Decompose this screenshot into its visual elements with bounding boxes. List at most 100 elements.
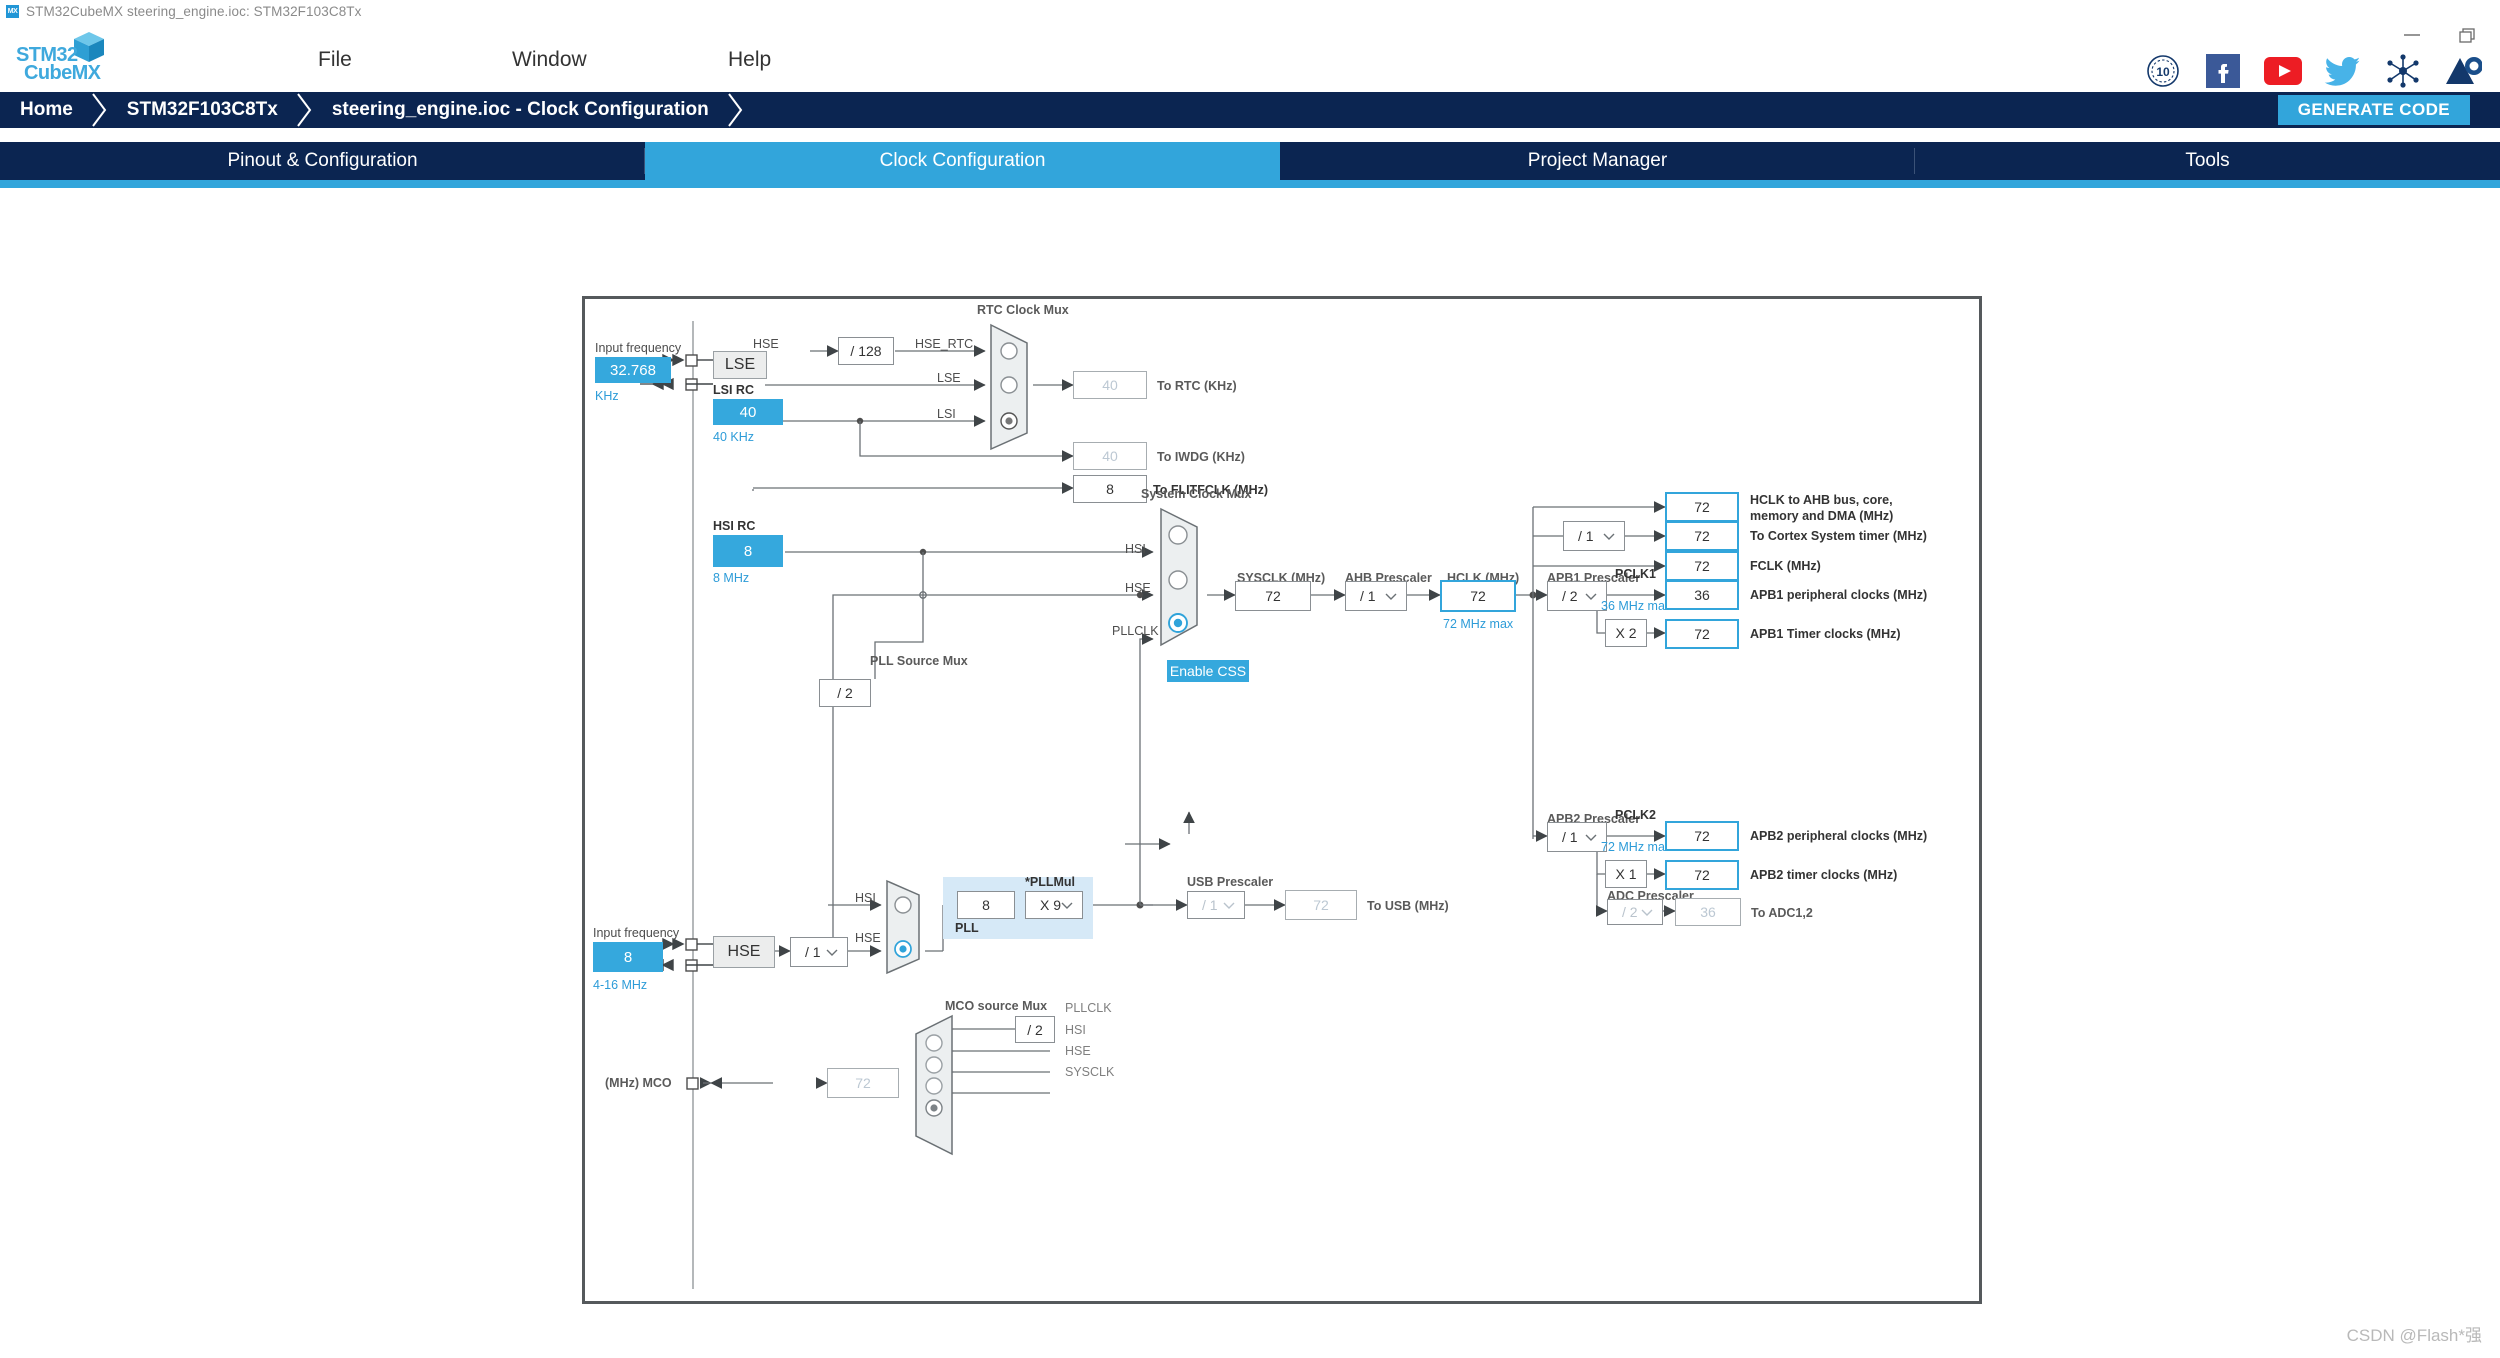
tab-underline (0, 180, 2500, 188)
rtc-clock-mux-title: RTC Clock Mux (977, 303, 1069, 317)
apb2-max-label: 72 MHz max (1601, 840, 1672, 854)
lsi-rc-value-field[interactable]: 40 (713, 399, 783, 425)
pclk2-label: PCLK2 (1615, 808, 1656, 822)
breadcrumb-item-home[interactable]: Home (0, 92, 91, 128)
usb-prescaler-title: USB Prescaler (1187, 875, 1274, 889)
minimize-icon[interactable] (2402, 27, 2422, 41)
chevron-down-icon (1223, 902, 1235, 909)
apb1-peripheral-value: 36 (1665, 580, 1739, 610)
breadcrumb-item-current[interactable]: steering_engine.ioc - Clock Configuratio… (314, 92, 727, 128)
tab-label: Pinout & Configuration (227, 150, 418, 171)
sysmux-input-hsi-label: HSI (1125, 542, 1146, 556)
tab-label: Project Manager (1527, 150, 1668, 171)
pll-source-mux[interactable] (883, 877, 931, 977)
lse-oscillator-block[interactable]: LSE (713, 351, 767, 379)
st-community-icon[interactable] (2444, 52, 2482, 90)
pll-source-mux-title: PLL Source Mux (870, 654, 968, 668)
adc-prescaler-select[interactable]: / 2 (1607, 899, 1663, 925)
lse-input-frequency-field[interactable]: 32.768 (595, 357, 671, 383)
fclk-value: 72 (1665, 551, 1739, 581)
to-rtc-value: 40 (1073, 371, 1147, 399)
apb1-timer-value: 72 (1665, 619, 1739, 649)
breadcrumb-chevron-icon (296, 92, 314, 128)
chevron-down-icon (1641, 909, 1653, 916)
tab-clock-configuration[interactable]: Clock Configuration (645, 142, 1280, 180)
tab-label: Clock Configuration (879, 150, 1046, 171)
hse-oscillator-block[interactable]: HSE (713, 936, 775, 968)
hclk-value-field[interactable]: 72 (1440, 580, 1516, 612)
pll-group-label: PLL (955, 921, 979, 935)
hse-unit-label: 4-16 MHz (593, 978, 648, 992)
breadcrumb-item-mcu[interactable]: STM32F103C8Tx (109, 92, 296, 128)
facebook-icon[interactable] (2204, 52, 2242, 90)
clock-tree-diagram[interactable]: Input frequency 32.768 KHz LSE LSI RC 40… (582, 296, 1982, 1304)
hsi-rc-value-field[interactable]: 8 (713, 535, 783, 567)
adc-prescaler-value: / 2 (1622, 904, 1638, 920)
rtc-clock-mux[interactable] (987, 321, 1037, 453)
pllmul-value: X 9 (1040, 897, 1062, 913)
tab-tools[interactable]: Tools (1915, 142, 2500, 180)
lsi-rc-unit-label: 40 KHz (713, 430, 754, 444)
ahb-prescaler-select[interactable]: / 1 (1345, 581, 1407, 611)
cortex-prescaler-value: / 1 (1578, 528, 1594, 544)
pclk1-label: PCLK1 (1615, 567, 1656, 581)
youtube-icon[interactable] (2264, 52, 2302, 90)
apb1-prescaler-select[interactable]: / 2 (1547, 581, 1607, 611)
twitter-icon[interactable] (2324, 52, 2362, 90)
pll-input-value: 8 (957, 891, 1015, 919)
window-controls (2402, 27, 2478, 43)
hclk-ahb-bus-label-line2: memory and DMA (MHz) (1750, 509, 1894, 523)
chevron-down-icon (1385, 593, 1397, 600)
mco-mux-radio-hse (925, 1077, 943, 1095)
system-clock-mux[interactable] (1155, 505, 1213, 650)
stm32cubemx-logo: STM32 CubeMX (14, 28, 109, 86)
hse-input-frequency-field[interactable]: 8 (593, 942, 663, 972)
usb-prescaler-select[interactable]: / 1 (1187, 891, 1245, 919)
restore-icon[interactable] (2458, 27, 2478, 43)
ahb-prescaler-value: / 1 (1360, 588, 1376, 604)
menu-item-window[interactable]: Window (512, 48, 587, 72)
generate-code-button[interactable]: GENERATE CODE (2277, 95, 2470, 125)
hsi-div2-block: / 2 (819, 679, 871, 707)
apb2-prescaler-value: / 1 (1562, 829, 1578, 845)
sysmux-radio-hsi (1168, 525, 1188, 545)
to-adc-label: To ADC1,2 (1751, 906, 1813, 920)
apb2-prescaler-select[interactable]: / 1 (1547, 822, 1607, 852)
clock-toolbar: Resolve Clock Issues (0, 188, 2500, 418)
chevron-down-icon (1603, 533, 1615, 540)
menubar: STM32 CubeMX File Window Help 10 (0, 22, 2500, 92)
hse-prescaler-select[interactable]: / 1 (790, 937, 848, 967)
svg-text:10: 10 (2156, 65, 2170, 79)
breadcrumb-chevron-icon (91, 92, 109, 128)
apb1-peripheral-label: APB1 peripheral clocks (MHz) (1750, 588, 1928, 602)
cortex-prescaler-select[interactable]: / 1 (1563, 521, 1625, 551)
mco-source-mux-title: MCO source Mux (945, 999, 1048, 1013)
menu-item-help[interactable]: Help (728, 48, 771, 72)
apb1-timer-label: APB1 Timer clocks (MHz) (1750, 627, 1901, 641)
enable-css-button[interactable]: Enable CSS (1167, 660, 1249, 682)
breadcrumb-chevron-icon (727, 92, 745, 128)
menu-item-file[interactable]: File (318, 48, 352, 72)
mco-input-hse-label: HSE (1065, 1044, 1091, 1058)
window-title: STM32CubeMX steering_engine.ioc: STM32F1… (26, 3, 362, 19)
chevron-down-icon (1061, 902, 1073, 909)
network-icon[interactable] (2384, 52, 2422, 90)
cortex-timer-label: To Cortex System timer (MHz) (1750, 529, 1927, 543)
mco-source-mux[interactable] (900, 1012, 956, 1160)
main-tabs: Pinout & Configuration Clock Configurati… (0, 142, 2500, 180)
pllmul-select[interactable]: X 9 (1025, 891, 1083, 919)
system-clock-mux-title: System Clock Mux (1141, 487, 1252, 501)
to-rtc-label: To RTC (KHz) (1157, 379, 1237, 393)
tab-project-manager[interactable]: Project Manager (1280, 142, 1915, 180)
hse-rtc-label: HSE_RTC (915, 337, 974, 351)
hclk-max-label: 72 MHz max (1443, 617, 1514, 631)
pllmul-label: *PLLMul (1025, 875, 1075, 889)
hclk-ahb-bus-label-line1: HCLK to AHB bus, core, (1750, 493, 1893, 507)
hse-label: HSE (753, 337, 779, 351)
tab-pinout-configuration[interactable]: Pinout & Configuration (0, 142, 645, 180)
hsi-rc-unit-label: 8 MHz (713, 571, 750, 585)
anniversary-10-years-icon[interactable]: 10 (2144, 52, 2182, 90)
hsi-rc-title: HSI RC (713, 519, 756, 533)
apb1-multiplier: X 2 (1605, 619, 1647, 647)
sysmux-input-hse-label: HSE (1125, 581, 1151, 595)
